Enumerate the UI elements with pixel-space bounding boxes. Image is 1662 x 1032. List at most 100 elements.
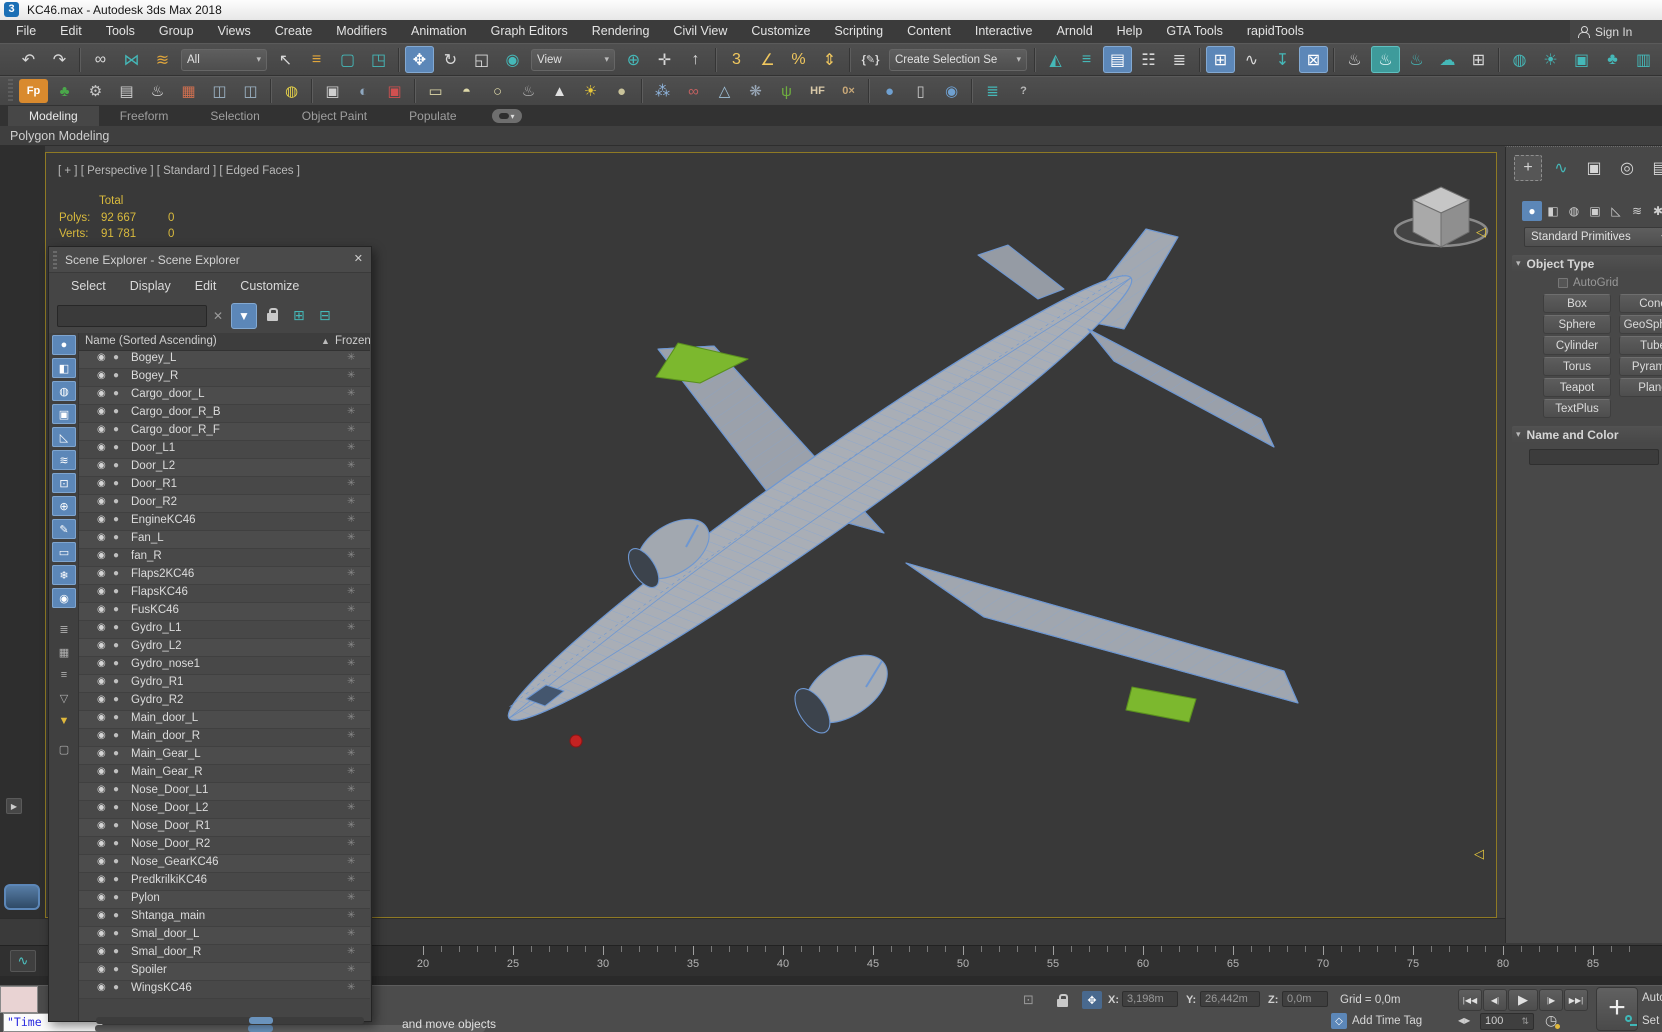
visibility-eye-icon[interactable]: ◉: [97, 370, 106, 381]
viewport-label[interactable]: [ + ] [ Perspective ] [ Standard ] [ Edg…: [58, 165, 300, 177]
filter-particles-icon[interactable]: ❄: [52, 565, 76, 585]
visibility-eye-icon[interactable]: ◉: [97, 622, 106, 633]
maxscript-listener-pink[interactable]: [0, 986, 38, 1013]
filter-spacewarps-icon[interactable]: ≋: [52, 450, 76, 470]
camera-icon-red[interactable]: ▣: [380, 79, 409, 103]
frozen-snowflake-icon[interactable]: ✳: [347, 946, 355, 957]
frozen-snowflake-icon[interactable]: ✳: [347, 856, 355, 867]
render-dot-icon[interactable]: ●: [113, 478, 119, 489]
scene-item-door-r2[interactable]: ◉●Door_R2✳: [79, 495, 370, 513]
filter-combo-icon[interactable]: ▼: [52, 711, 76, 731]
tab-object-paint[interactable]: Object Paint: [281, 106, 388, 126]
tab-display[interactable]: ▤: [1646, 155, 1662, 181]
spinner-snap-icon[interactable]: ⇕: [815, 46, 844, 73]
frozen-snowflake-icon[interactable]: ✳: [347, 910, 355, 921]
angle-snap-icon[interactable]: ∠: [753, 46, 782, 73]
filter-helpers-icon[interactable]: ◺: [52, 427, 76, 447]
layer-explorer-icon[interactable]: ☷: [1134, 46, 1163, 73]
visibility-eye-icon[interactable]: ◉: [97, 352, 106, 363]
time-tag-cube-icon[interactable]: ◇: [1331, 1013, 1347, 1029]
frozen-snowflake-icon[interactable]: ✳: [347, 370, 355, 381]
visibility-eye-icon[interactable]: ◉: [97, 568, 106, 579]
align-icon[interactable]: ≡: [1072, 46, 1101, 73]
panel-collapse-arrow-icon[interactable]: ◁: [1476, 225, 1486, 238]
polygon-modeling-label[interactable]: Polygon Modeling: [10, 129, 109, 143]
render-dot-icon[interactable]: ●: [113, 532, 119, 543]
filter-containers-icon[interactable]: ▭: [52, 542, 76, 562]
frozen-snowflake-icon[interactable]: ✳: [347, 352, 355, 363]
render-dot-icon[interactable]: ●: [113, 640, 119, 651]
render-dot-icon[interactable]: ●: [113, 460, 119, 471]
list-panel-icon[interactable]: ▤: [112, 79, 141, 103]
frozen-snowflake-icon[interactable]: ✳: [347, 658, 355, 669]
cone-primitive-icon[interactable]: ▲: [545, 79, 574, 103]
current-frame-field[interactable]: 100 ⇅: [1480, 1013, 1534, 1030]
sign-in-button[interactable]: Sign In: [1570, 20, 1662, 43]
particles-icon[interactable]: ⁂: [648, 79, 677, 103]
frozen-snowflake-icon[interactable]: ✳: [347, 640, 355, 651]
menu-rapidtools[interactable]: rapidTools: [1235, 20, 1316, 43]
visibility-eye-icon[interactable]: ◉: [97, 712, 106, 723]
scene-item-nose-door-r2[interactable]: ◉●Nose_Door_R2✳: [79, 837, 370, 855]
panel-icon-2[interactable]: ◫: [236, 79, 265, 103]
key-mode-clock-icon[interactable]: ◷: [1545, 1012, 1557, 1029]
visibility-eye-icon[interactable]: ◉: [97, 658, 106, 669]
menu-gta-tools[interactable]: GTA Tools: [1154, 20, 1235, 43]
scene-explorer-scrollbar[interactable]: [96, 1017, 364, 1024]
visibility-eye-icon[interactable]: ◉: [97, 892, 106, 903]
molecule-icon[interactable]: ∞: [679, 79, 708, 103]
tab-create[interactable]: +: [1514, 155, 1542, 181]
menu-content[interactable]: Content: [895, 20, 963, 43]
render-dot-icon[interactable]: ●: [113, 370, 119, 381]
button-cylinder[interactable]: Cylinder: [1543, 336, 1611, 355]
select-and-rotate-icon[interactable]: ↻: [436, 46, 465, 73]
scene-item-shtanga-main[interactable]: ◉●Shtanga_main✳: [79, 909, 370, 927]
undo-icon[interactable]: ↶: [14, 46, 43, 73]
menu-civil-view[interactable]: Civil View: [661, 20, 739, 43]
scene-item-cargo-door-r-b[interactable]: ◉●Cargo_door_R_B✳: [79, 405, 370, 423]
selection-filter-dropdown[interactable]: All▾: [181, 49, 267, 71]
teapot-icon[interactable]: ♨: [143, 79, 172, 103]
scene-item-gydro-l2[interactable]: ◉●Gydro_L2✳: [79, 639, 370, 657]
frozen-snowflake-icon[interactable]: ✳: [347, 460, 355, 471]
button-sphere[interactable]: Sphere: [1543, 315, 1611, 334]
document-icon[interactable]: ≣: [978, 79, 1007, 103]
button-cone[interactable]: Cone: [1619, 294, 1662, 313]
se-menu-select[interactable]: Select: [59, 279, 118, 293]
light-lister-icon[interactable]: ◍: [277, 79, 306, 103]
object-name-field[interactable]: [1529, 449, 1659, 465]
render-dot-icon[interactable]: ●: [113, 820, 119, 831]
visibility-eye-icon[interactable]: ◉: [97, 766, 106, 777]
visibility-eye-icon[interactable]: ◉: [97, 802, 106, 813]
scene-item-pylon[interactable]: ◉●Pylon✳: [79, 891, 370, 909]
menu-group[interactable]: Group: [147, 20, 206, 43]
render-cloud-icon[interactable]: ☁: [1433, 46, 1462, 73]
visibility-eye-icon[interactable]: ◉: [97, 874, 106, 885]
render-gallery-icon[interactable]: ⊞: [1464, 46, 1493, 73]
name-column-header[interactable]: Name (Sorted Ascending): [85, 335, 217, 347]
timeline-frame-85[interactable]: 85: [1587, 958, 1599, 970]
visibility-eye-icon[interactable]: ◉: [97, 442, 106, 453]
bind-to-space-warp-icon[interactable]: ≋: [148, 46, 177, 73]
tab-modeling[interactable]: Modeling: [8, 106, 99, 126]
visibility-eye-icon[interactable]: ◉: [97, 784, 106, 795]
frozen-snowflake-icon[interactable]: ✳: [347, 982, 355, 993]
render-dot-icon[interactable]: ●: [113, 910, 119, 921]
timeline-frame-20[interactable]: 20: [417, 958, 429, 970]
visibility-eye-icon[interactable]: ◉: [97, 514, 106, 525]
keyboard-override-icon[interactable]: ↑: [681, 46, 710, 73]
timeline-frame-45[interactable]: 45: [867, 958, 879, 970]
button-teapot[interactable]: Teapot: [1543, 378, 1611, 397]
cat-systems[interactable]: ✱: [1648, 201, 1662, 221]
render-dot-icon[interactable]: ●: [113, 928, 119, 939]
tab-motion[interactable]: ◎: [1613, 155, 1641, 181]
timeline-frame-40[interactable]: 40: [777, 958, 789, 970]
y-coordinate-field[interactable]: 26,442m: [1200, 991, 1260, 1007]
window-crossing-icon[interactable]: ◳: [364, 46, 393, 73]
render-dot-icon[interactable]: ●: [113, 802, 119, 813]
scene-item-main-gear-r[interactable]: ◉●Main_Gear_R✳: [79, 765, 370, 783]
scene-item-fan-l[interactable]: ◉●Fan_L✳: [79, 531, 370, 549]
circle-primitive-icon[interactable]: ○: [483, 79, 512, 103]
frozen-snowflake-icon[interactable]: ✳: [347, 532, 355, 543]
clear-filter-icon[interactable]: ▽: [52, 688, 76, 708]
